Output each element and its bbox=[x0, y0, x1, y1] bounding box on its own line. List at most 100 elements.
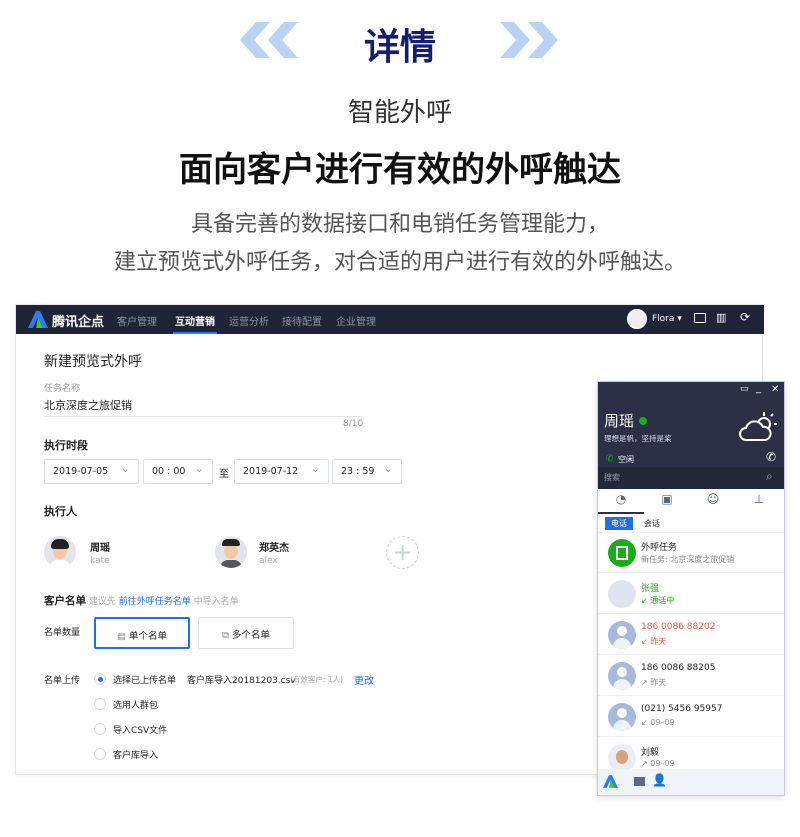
item-title: 刘毅 bbox=[641, 748, 660, 758]
page-title: 新建预览式外呼 bbox=[44, 354, 142, 370]
logo-icon[interactable] bbox=[603, 775, 618, 788]
user-avatar[interactable] bbox=[627, 309, 647, 329]
nav-marketing[interactable]: 互动营销 bbox=[173, 313, 217, 334]
tab-org[interactable]: ⊥ bbox=[736, 492, 782, 514]
tab-card[interactable]: ▣ bbox=[644, 492, 690, 514]
list-link[interactable]: 前往外呼任务名单 bbox=[119, 597, 191, 607]
executors-label: 执行人 bbox=[44, 505, 77, 518]
search-input[interactable]: 搜索 bbox=[604, 472, 620, 483]
task-name-counter: 8/10 bbox=[343, 419, 364, 429]
tab-contacts[interactable]: ☺ bbox=[690, 492, 736, 514]
verified-icon bbox=[639, 417, 647, 425]
search-bar[interactable]: 搜索 ⌕ bbox=[598, 467, 784, 489]
description-line-1: 具备完善的数据接口和电销任务管理能力， bbox=[190, 212, 609, 237]
add-contact-icon[interactable]: 👤 bbox=[652, 773, 667, 787]
radio-crowd[interactable] bbox=[94, 698, 106, 710]
list-item[interactable]: 外呼任务 新任务: 北京深度之旅促销 bbox=[598, 533, 784, 573]
radio-uploaded-label: 选择已上传名单 bbox=[113, 676, 177, 686]
customer-list-hint: 客户名单 建议先 前往外呼任务名单 中导入名单 bbox=[44, 593, 239, 608]
phone-footer: 👤 bbox=[598, 769, 784, 795]
chevron-right-icon bbox=[500, 22, 558, 58]
task-name-label: 任务名称 bbox=[44, 384, 81, 394]
phone-panel: ▭ _ ✕ 周瑶 理想是帆，坚持是桨 ✆ 空闲 ✆ 搜索 ⌕ ◔ ▣ ☺ ⊥ 电… bbox=[597, 381, 785, 796]
tab-recent[interactable]: ◔ bbox=[598, 492, 644, 514]
radio-crm[interactable] bbox=[94, 748, 106, 760]
subtab-chat[interactable]: 会话 bbox=[644, 518, 660, 529]
hint-text: 建议先 bbox=[88, 597, 116, 607]
list-item[interactable]: 张强 ↙ 通话中 bbox=[598, 574, 784, 614]
single-list-label: 单个名单 bbox=[128, 631, 167, 642]
docs-icon: ⧉ bbox=[222, 630, 232, 641]
period-label: 执行时段 bbox=[44, 439, 88, 452]
change-link[interactable]: 更改 bbox=[354, 672, 374, 687]
list-item[interactable]: 186 0086 88202 ↙ 昨天 bbox=[598, 615, 784, 655]
executor-avatar bbox=[215, 536, 247, 568]
radio-crm-label: 客户库导入 bbox=[113, 751, 159, 761]
subtab-phone[interactable]: 电话 bbox=[605, 517, 633, 530]
item-title: 186 0086 88205 bbox=[641, 663, 716, 673]
avatar bbox=[608, 621, 636, 649]
item-sub: ↙ 昨天 bbox=[641, 637, 667, 646]
description-line-2: 建立预览式外呼任务，对合适的用户进行有效的外呼触达。 bbox=[113, 250, 686, 275]
agent-name: 周瑶 bbox=[604, 412, 635, 430]
task-name-input[interactable]: 北京深度之旅促销 bbox=[44, 397, 362, 417]
avatar bbox=[608, 703, 636, 731]
add-executor-button[interactable]: + bbox=[386, 536, 419, 569]
start-date-select[interactable]: 2019-07-05 bbox=[44, 459, 139, 484]
headline: 面向客户进行有效的外呼触达 bbox=[179, 150, 621, 190]
item-sub: ↗ 09–09 bbox=[641, 759, 675, 768]
logo-text: 腾讯企点 bbox=[52, 315, 105, 330]
radio-crowd-label: 选用人群包 bbox=[113, 701, 159, 711]
task-icon bbox=[608, 539, 636, 567]
multi-list-button[interactable]: ⧉ 多个名单 bbox=[198, 617, 294, 649]
chat-icon[interactable]: ▭ bbox=[740, 384, 749, 394]
book-icon[interactable]: ▥ bbox=[716, 311, 726, 324]
doc-icon: ▤ bbox=[116, 631, 129, 642]
contact-card-icon: ▣ bbox=[661, 492, 673, 506]
search-icon[interactable]: ⌕ bbox=[766, 469, 773, 484]
call-icon[interactable]: ✆ bbox=[766, 450, 776, 464]
logo-icon bbox=[28, 311, 48, 328]
nav-customer[interactable]: 客户管理 bbox=[117, 313, 157, 328]
file-note: (有效客户: 1人) bbox=[290, 675, 344, 684]
agent-status[interactable]: 空闲 bbox=[618, 454, 634, 465]
executor-name: 郑英杰 bbox=[259, 543, 289, 554]
multi-list-label: 多个名单 bbox=[231, 630, 270, 641]
upload-label: 名单上传 bbox=[44, 676, 81, 686]
subtitle: 智能外呼 bbox=[347, 98, 452, 128]
radio-uploaded[interactable] bbox=[94, 673, 106, 685]
item-title: 张强 bbox=[641, 584, 660, 594]
logout-icon[interactable]: ⟳ bbox=[740, 310, 750, 324]
mail-icon[interactable] bbox=[634, 777, 645, 786]
agent-motto: 理想是帆，坚持是桨 bbox=[604, 434, 672, 443]
item-sub: ↙ 通话中 bbox=[641, 596, 675, 605]
executor-avatar bbox=[44, 536, 76, 568]
to-label: 至 bbox=[219, 469, 229, 480]
clock-icon: ◔ bbox=[615, 492, 627, 506]
weather-icon bbox=[739, 412, 777, 441]
org-icon: ⊥ bbox=[753, 492, 765, 506]
list-count-label: 名单数量 bbox=[44, 628, 81, 638]
list-item[interactable]: (021) 5456 95957 ↙ 09–09 bbox=[598, 697, 784, 737]
start-time-select[interactable]: 00 : 00 bbox=[143, 459, 213, 484]
phone-header: ▭ _ ✕ 周瑶 理想是帆，坚持是桨 ✆ 空闲 ✆ bbox=[598, 382, 784, 467]
nav-reception[interactable]: 接待配置 bbox=[282, 313, 322, 328]
minimize-icon[interactable]: _ bbox=[756, 383, 761, 394]
user-menu[interactable]: Flora ▾ bbox=[652, 314, 682, 324]
nav-enterprise[interactable]: 企业管理 bbox=[336, 313, 376, 328]
single-list-button[interactable]: ▤ 单个名单 bbox=[94, 617, 190, 649]
contacts-icon: ☺ bbox=[706, 492, 720, 506]
mail-icon[interactable] bbox=[694, 313, 706, 323]
radio-csv-label: 导入CSV文件 bbox=[113, 726, 168, 736]
item-sub: ↗ 昨天 bbox=[641, 678, 667, 687]
nav-analytics[interactable]: 运营分析 bbox=[229, 313, 269, 328]
end-date-select[interactable]: 2019-07-12 bbox=[234, 459, 329, 484]
avatar bbox=[608, 744, 636, 772]
executor-id: kate bbox=[90, 556, 110, 566]
end-time-select[interactable]: 23 : 59 bbox=[332, 459, 402, 484]
executor-id: alex bbox=[259, 556, 278, 566]
phone-status-icon: ✆ bbox=[606, 454, 614, 464]
close-icon[interactable]: ✕ bbox=[771, 384, 779, 395]
list-item[interactable]: 186 0086 88205 ↗ 昨天 bbox=[598, 656, 784, 696]
radio-csv[interactable] bbox=[94, 723, 106, 735]
